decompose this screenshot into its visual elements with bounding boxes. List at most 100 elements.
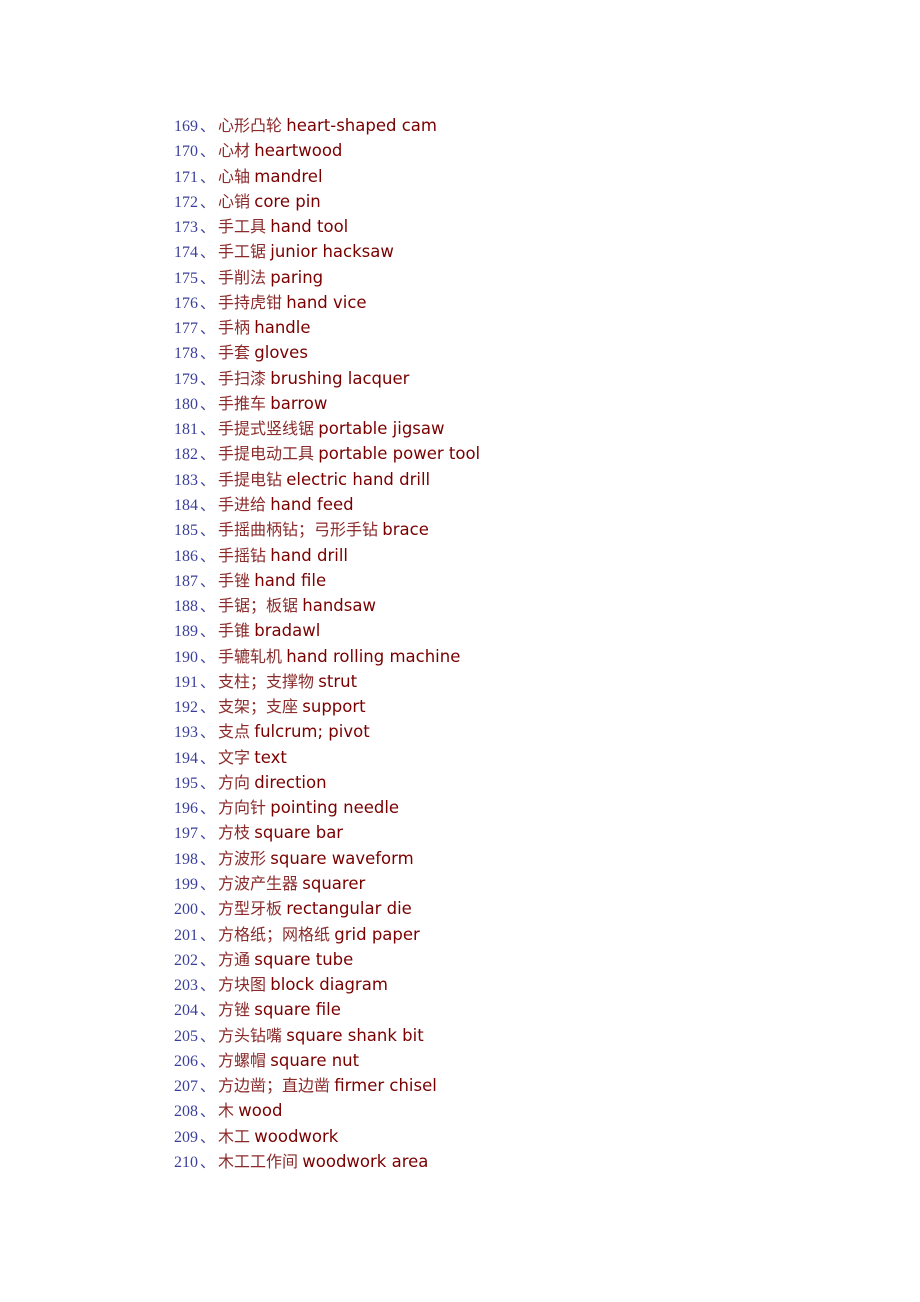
entry-english-term: firmer chisel [334, 1076, 437, 1096]
entry-separator: 、 [200, 900, 216, 919]
entry-number: 187 [174, 572, 198, 590]
entry-separator: 、 [200, 268, 216, 287]
glossary-entry: 182、手提电动工具 portable power tool [174, 441, 874, 466]
entry-english-term: handle [254, 318, 311, 338]
entry-number: 210 [174, 1153, 198, 1171]
entry-chinese-term: 方格纸；网格纸 [218, 924, 331, 944]
entry-english-term: squarer [302, 873, 366, 893]
entry-separator: 、 [200, 319, 216, 338]
entry-number: 185 [174, 522, 198, 540]
entry-separator: 、 [200, 167, 216, 186]
entry-chinese-term: 手提电动工具 [218, 444, 315, 464]
entry-chinese-term: 手进给 [218, 494, 267, 514]
entry-separator: 、 [200, 824, 216, 843]
entry-chinese-term: 手削法 [218, 267, 267, 287]
glossary-entry: 206、方螺帽 square nut [174, 1048, 874, 1073]
entry-separator: 、 [200, 1051, 216, 1070]
glossary-entry: 185、手摇曲柄钻；弓形手钻 brace [174, 517, 874, 542]
entry-number: 173 [174, 219, 198, 237]
entry-english-term: woodwork area [302, 1151, 429, 1171]
entry-chinese-term: 文字 [218, 747, 251, 767]
entry-chinese-term: 手提电钻 [218, 469, 283, 489]
entry-number: 190 [174, 648, 198, 666]
glossary-entry: 180、手推车 barrow [174, 391, 874, 416]
entry-number: 193 [174, 724, 198, 742]
entry-separator: 、 [200, 571, 216, 590]
entry-number: 206 [174, 1052, 198, 1070]
entry-separator: 、 [200, 799, 216, 818]
entry-english-term: square nut [270, 1050, 360, 1070]
entry-separator: 、 [200, 849, 216, 868]
entry-number: 170 [174, 143, 198, 161]
entry-english-term: hand vice [286, 292, 367, 312]
entry-separator: 、 [200, 748, 216, 767]
entry-english-term: portable power tool [318, 444, 481, 464]
entry-english-term: square shank bit [286, 1025, 424, 1045]
entry-number: 178 [174, 345, 198, 363]
entry-english-term: hand file [254, 570, 327, 590]
entry-english-term: grid paper [334, 924, 420, 944]
glossary-entry: 173、手工具 hand tool [174, 214, 874, 239]
entry-english-term: square file [254, 1000, 341, 1020]
glossary-entry: 199、方波产生器 squarer [174, 871, 874, 896]
entry-english-term: core pin [254, 191, 321, 211]
entry-english-term: electric hand drill [286, 469, 431, 489]
entry-number: 189 [174, 623, 198, 641]
entry-english-term: bradawl [254, 621, 321, 641]
entry-separator: 、 [200, 521, 216, 540]
entry-number: 184 [174, 496, 198, 514]
entry-chinese-term: 方螺帽 [218, 1050, 267, 1070]
entry-chinese-term: 木 [218, 1101, 235, 1121]
entry-number: 195 [174, 774, 198, 792]
entry-english-term: direction [254, 772, 327, 792]
entry-number: 180 [174, 395, 198, 413]
glossary-entry: 177、手柄 handle [174, 315, 874, 340]
entry-separator: 、 [200, 243, 216, 262]
glossary-entry: 171、心轴 mandrel [174, 164, 874, 189]
entry-chinese-term: 方波产生器 [218, 873, 299, 893]
entry-chinese-term: 方通 [218, 949, 251, 969]
entry-chinese-term: 手柄 [218, 318, 251, 338]
entry-english-term: wood [238, 1101, 283, 1121]
glossary-entry: 189、手锥 bradawl [174, 618, 874, 643]
entry-english-term: block diagram [270, 975, 388, 995]
entry-chinese-term: 心销 [218, 191, 251, 211]
entry-separator: 、 [200, 1102, 216, 1121]
entry-number: 209 [174, 1128, 198, 1146]
entry-separator: 、 [200, 1127, 216, 1146]
entry-chinese-term: 手摇曲柄钻；弓形手钻 [218, 520, 379, 540]
entry-chinese-term: 支柱；支撑物 [218, 671, 315, 691]
entry-separator: 、 [200, 698, 216, 717]
glossary-entry: 191、支柱；支撑物 strut [174, 669, 874, 694]
entry-english-term: pointing needle [270, 798, 400, 818]
entry-english-term: paring [270, 267, 324, 287]
entry-separator: 、 [200, 495, 216, 514]
entry-separator: 、 [200, 1001, 216, 1020]
entry-number: 203 [174, 977, 198, 995]
entry-separator: 、 [200, 420, 216, 439]
glossary-entry: 190、手辘轧机 hand rolling machine [174, 644, 874, 669]
entry-separator: 、 [200, 976, 216, 995]
entry-english-term: square bar [254, 823, 344, 843]
entry-separator: 、 [200, 117, 216, 135]
entry-chinese-term: 手工具 [218, 217, 267, 237]
entry-number: 200 [174, 901, 198, 919]
entry-english-term: handsaw [302, 596, 376, 616]
glossary-entry: 204、方锉 square file [174, 997, 874, 1022]
entry-separator: 、 [200, 672, 216, 691]
entry-english-term: hand rolling machine [286, 646, 461, 666]
entry-separator: 、 [200, 874, 216, 893]
entry-english-term: hand feed [270, 494, 354, 514]
entry-chinese-term: 手锥 [218, 621, 251, 641]
entry-separator: 、 [200, 445, 216, 464]
entry-chinese-term: 手推车 [218, 393, 267, 413]
entry-chinese-term: 方头钻嘴 [218, 1025, 283, 1045]
entry-number: 202 [174, 951, 198, 969]
glossary-entry: 179、手扫漆 brushing lacquer [174, 366, 874, 391]
entry-chinese-term: 手提式竖线锯 [218, 419, 315, 439]
entry-chinese-term: 手套 [218, 343, 251, 363]
entry-separator: 、 [200, 597, 216, 616]
entry-english-term: woodwork [254, 1126, 339, 1146]
entry-number: 186 [174, 547, 198, 565]
entry-number: 194 [174, 749, 198, 767]
